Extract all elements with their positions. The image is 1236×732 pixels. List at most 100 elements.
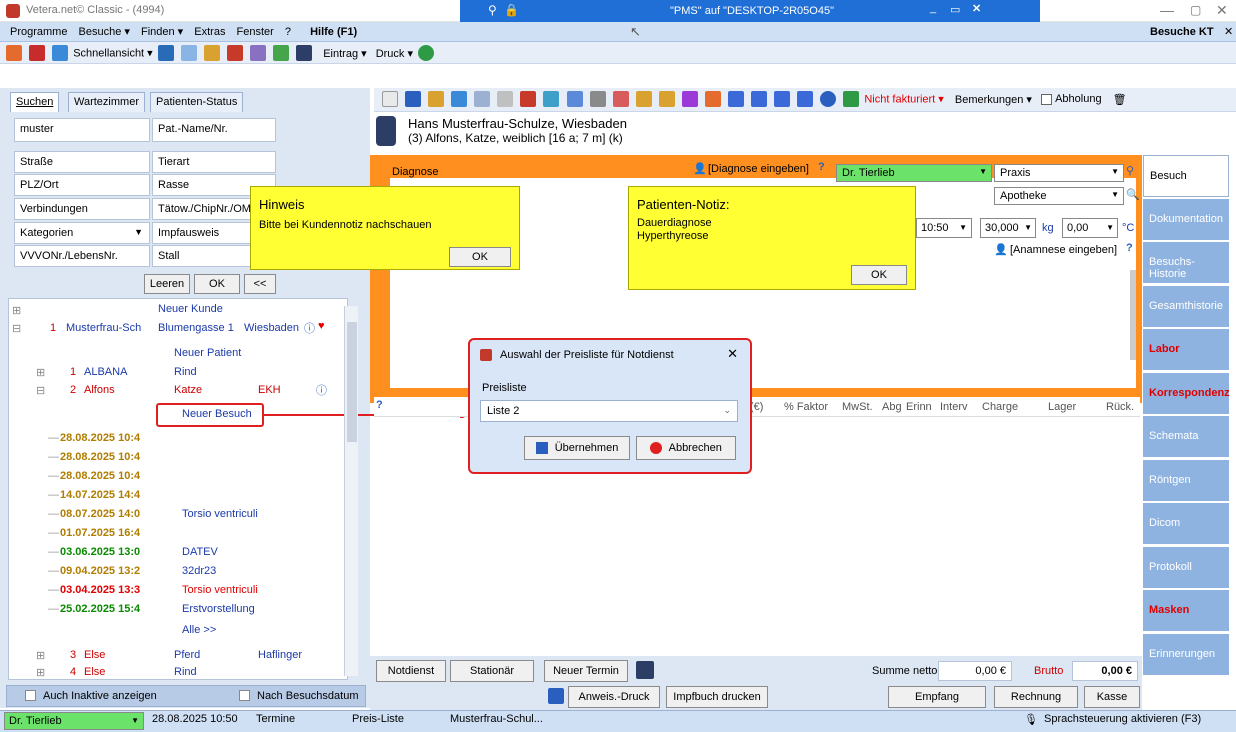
pin-icon[interactable]: ⚲ <box>488 3 497 17</box>
dialog-close-icon[interactable]: ✕ <box>727 346 738 362</box>
restore-icon[interactable]: ▢ <box>1190 3 1201 17</box>
uebernehmen-button[interactable]: Übernehmen <box>524 436 630 460</box>
nav-11[interactable]: Erinnerungen <box>1143 633 1229 676</box>
patient-name[interactable]: Else <box>84 649 105 661</box>
help-icon[interactable]: ? <box>818 161 825 173</box>
calendar-icon[interactable] <box>612 91 629 107</box>
menu-help-question[interactable]: ? <box>281 23 295 41</box>
nav-9[interactable]: Protokoll <box>1143 546 1229 589</box>
remote-close-icon[interactable]: ✕ <box>972 2 981 15</box>
menu-fenster[interactable]: Fenster <box>233 23 278 41</box>
network-icon[interactable] <box>6 45 22 61</box>
lab-icon[interactable] <box>520 91 537 107</box>
status-doctor-dropdown[interactable]: Dr. Tierlieb ▼ <box>4 712 144 730</box>
save-print-icon[interactable] <box>548 688 564 704</box>
pin-icon[interactable]: ⚲ <box>1126 164 1134 177</box>
menu-finden[interactable]: Finden ▾ <box>137 22 187 41</box>
next-record-icon[interactable] <box>774 91 791 107</box>
praxis-dropdown[interactable]: Praxis ▼ <box>994 164 1124 182</box>
tab-patienten-status[interactable]: Patienten-Status <box>150 92 244 112</box>
visit-date[interactable]: 03.06.2025 13:0 <box>60 546 140 558</box>
visit-date[interactable]: 28.08.2025 10:4 <box>60 432 140 444</box>
kasse-button[interactable]: Kasse <box>1084 686 1140 708</box>
search-person-icon[interactable]: 🔍 <box>1126 188 1140 201</box>
pat-name-field[interactable]: Pat.-Name/Nr. <box>152 118 276 142</box>
nav-3[interactable]: Gesamthistorie <box>1143 285 1229 328</box>
alle-link[interactable]: Alle >> <box>182 624 216 636</box>
tab-suchen[interactable]: Suchen <box>10 92 60 112</box>
tab-wartezimmer[interactable]: Wartezimmer <box>68 92 145 112</box>
besuche-close-icon[interactable]: ✕ <box>1224 25 1233 38</box>
vvvonr-field[interactable]: VVVONr./LebensNr. <box>14 245 150 267</box>
form-scrollbar[interactable] <box>1130 270 1136 360</box>
minimize-icon[interactable]: — <box>1160 2 1174 18</box>
collapse-icon[interactable]: ⊟ <box>36 384 45 397</box>
nav-5[interactable]: Korrespondenz <box>1143 372 1230 415</box>
bemerkungen-dropdown[interactable]: Bemerkungen ▾ <box>955 94 1032 106</box>
visit-date[interactable]: 14.07.2025 14:4 <box>60 489 140 501</box>
cart-icon[interactable] <box>428 91 445 107</box>
calculator-icon[interactable] <box>296 45 313 61</box>
tools-icon[interactable] <box>52 45 69 61</box>
impfbuch-drucken-button[interactable]: Impfbuch drucken <box>666 686 768 708</box>
info-icon[interactable] <box>820 91 837 107</box>
neuer-patient-link[interactable]: Neuer Patient <box>174 347 241 359</box>
verbindungen-field[interactable]: Verbindungen <box>14 198 150 220</box>
menu-programme[interactable]: Programme <box>6 23 71 41</box>
neuer-besuch-link[interactable]: Neuer Besuch <box>182 408 252 420</box>
menu-besuche-kt[interactable]: Besuche KT <box>1150 26 1214 38</box>
price-icon[interactable] <box>635 91 652 107</box>
hinweis-ok-button[interactable]: OK <box>449 247 511 267</box>
expand-icon[interactable]: ⊞ <box>36 649 45 662</box>
visit-date[interactable]: 28.08.2025 10:4 <box>60 470 140 482</box>
nav-1[interactable]: Dokumentation <box>1143 198 1229 241</box>
preisliste-select[interactable]: Liste 2 ⌄ <box>480 400 738 422</box>
nav-2[interactable]: Besuchs-Historie <box>1143 242 1229 284</box>
patient-name[interactable]: Alfons <box>84 384 115 396</box>
weight-input[interactable]: 30,000 ▼ <box>980 218 1036 238</box>
nicht-fakturiert-dropdown[interactable]: Nicht fakturiert ▾ <box>864 94 944 106</box>
leeren-button[interactable]: Leeren <box>144 274 190 294</box>
schnellansicht-dropdown[interactable]: Schnellansicht ▾ <box>73 48 153 60</box>
close-icon[interactable]: ✕ <box>1216 2 1228 19</box>
syringe-icon[interactable] <box>250 45 267 61</box>
collapse-icon[interactable]: ⊟ <box>12 322 21 335</box>
network-icon[interactable] <box>704 91 721 107</box>
patient-name[interactable]: Else <box>84 666 105 678</box>
status-termine[interactable]: Termine <box>256 713 295 725</box>
visit-text[interactable]: 32dr23 <box>182 565 216 577</box>
nav-8[interactable]: Dicom <box>1143 503 1229 545</box>
abholung-checkbox[interactable] <box>1041 93 1053 105</box>
menu-hilfe[interactable]: Hilfe (F1) <box>306 23 361 41</box>
trash-icon[interactable]: 🗑 <box>1113 94 1127 106</box>
save-icon[interactable] <box>29 45 46 61</box>
visit-date[interactable]: 03.04.2025 13:3 <box>60 584 140 596</box>
window-icon[interactable] <box>566 91 583 107</box>
menu-besuche[interactable]: Besuche ▾ <box>75 22 134 41</box>
stationaer-button[interactable]: Stationär <box>450 660 534 682</box>
inaktive-checkbox-row[interactable]: Auch Inaktive anzeigen Nach Besuchsdatum <box>6 685 366 707</box>
search-input[interactable]: muster <box>14 118 150 142</box>
nav-7[interactable]: Röntgen <box>1143 459 1229 502</box>
temp-input[interactable]: 0,00 ▼ <box>1062 218 1118 238</box>
notdienst-button[interactable]: Notdienst <box>376 660 446 682</box>
menu-extras[interactable]: Extras <box>190 23 229 41</box>
expand-icon[interactable]: ⊞ <box>36 666 45 679</box>
prev-record-icon[interactable] <box>751 91 767 107</box>
visit-text[interactable]: Erstvorstellung <box>182 603 255 615</box>
tree-scrollbar[interactable] <box>344 306 358 676</box>
nav-4[interactable]: Labor <box>1143 329 1229 371</box>
visit-date[interactable]: 01.07.2025 16:4 <box>60 527 140 539</box>
cart-remove-icon[interactable] <box>451 91 468 107</box>
save-icon[interactable] <box>405 91 422 107</box>
patient-name[interactable]: ALBANA <box>84 366 127 378</box>
kategorien-dropdown[interactable]: Kategorien ▼ <box>14 222 150 244</box>
abbrechen-button[interactable]: Abbrechen <box>636 436 736 460</box>
customer-name[interactable]: Musterfrau-Sch <box>66 322 141 334</box>
remote-minimize-icon[interactable]: _ <box>930 2 936 14</box>
remote-restore-icon[interactable]: ▭ <box>950 3 960 16</box>
info-icon[interactable]: ⓘ <box>304 320 315 336</box>
tierart-field[interactable]: Tierart <box>152 151 276 173</box>
expand-icon[interactable]: ⊞ <box>12 304 21 317</box>
time-input[interactable]: 10:50 ▼ <box>916 218 972 238</box>
